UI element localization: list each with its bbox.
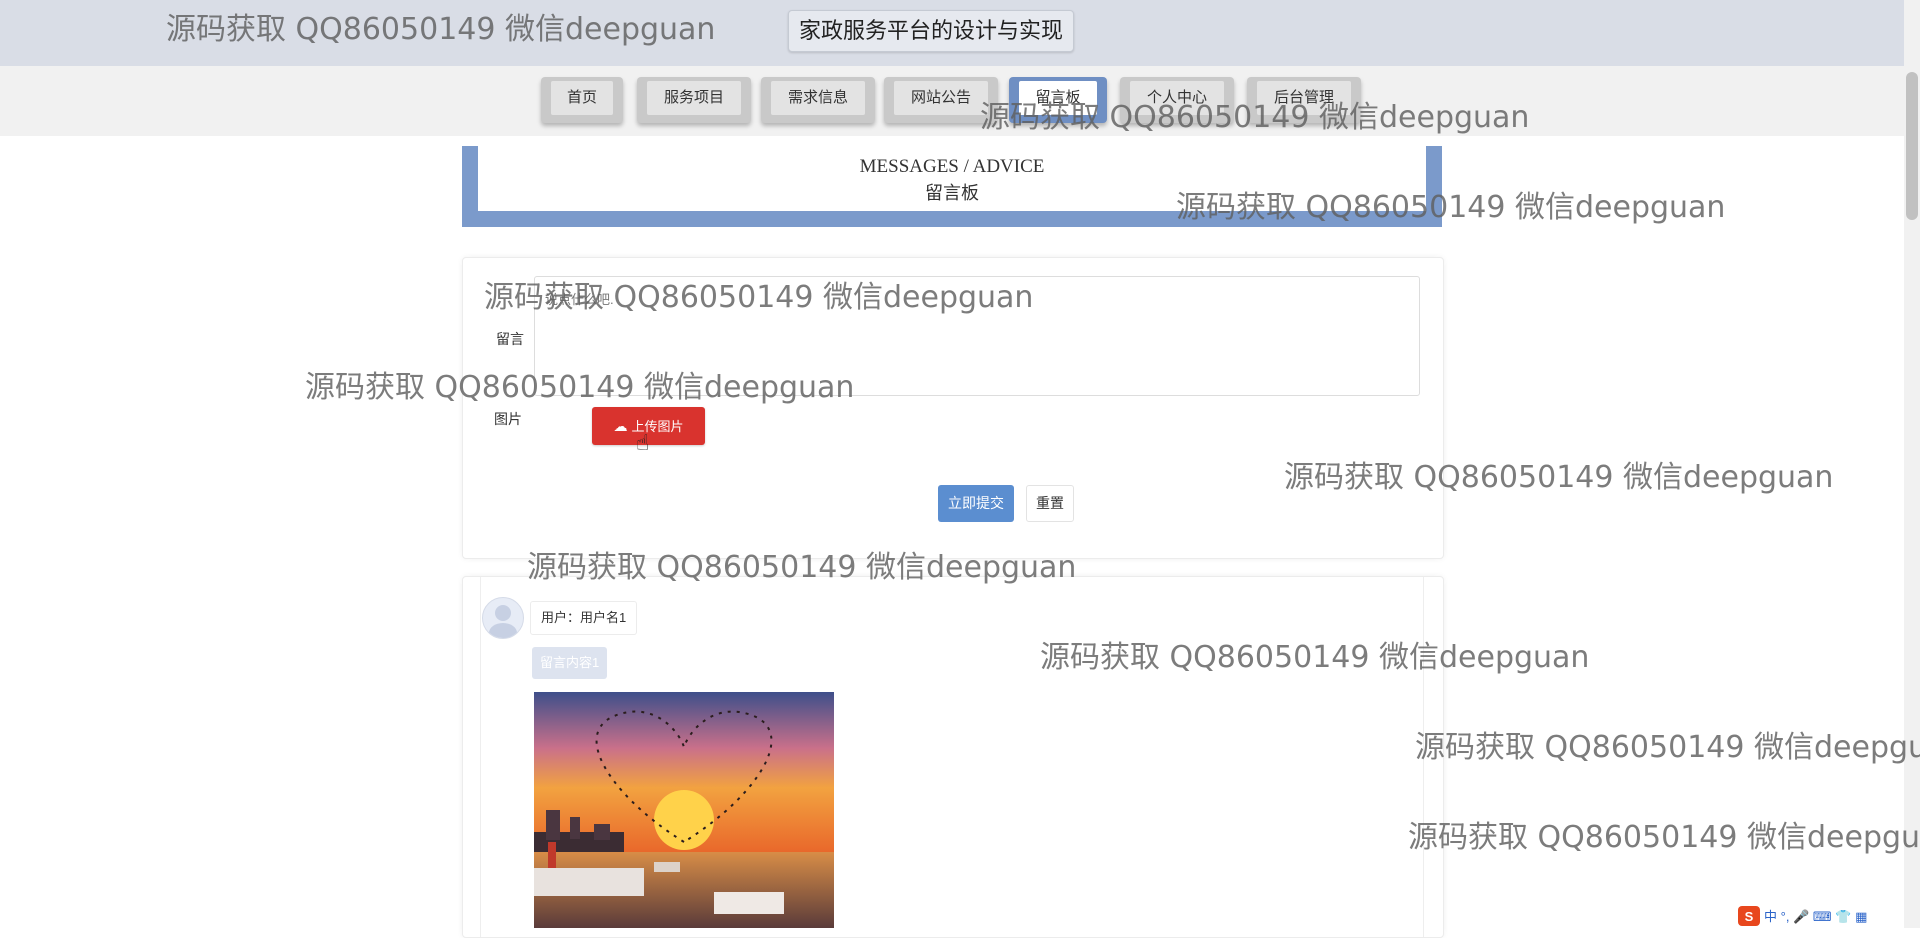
hand-cursor-icon: ☝	[636, 430, 650, 455]
nav-item-profile[interactable]: 个人中心	[1120, 77, 1234, 123]
comment-user: 用户：用户名1	[530, 601, 638, 635]
nav-item-label: 网站公告	[894, 81, 988, 115]
sogou-logo-icon: S	[1738, 906, 1760, 926]
ime-toolbar[interactable]: S中 °, 🎤 ⌨ 👕 ▦	[1738, 906, 1904, 928]
nav-item-messages[interactable]: 留言板	[1009, 77, 1107, 123]
nav-item-admin[interactable]: 后台管理	[1247, 77, 1361, 123]
avatar	[482, 597, 524, 639]
punctuation-icon: °,	[1780, 909, 1794, 924]
nav-item-services[interactable]: 服务项目	[637, 77, 751, 123]
section-heading: MESSAGES / ADVICE 留言板	[462, 146, 1442, 227]
nav-item-label: 首页	[551, 81, 613, 115]
avatar-body	[489, 623, 517, 638]
nav-item-label: 留言板	[1019, 81, 1097, 115]
site-title: 家政服务平台的设计与实现	[788, 10, 1075, 52]
ime-mode: 中	[1764, 909, 1778, 924]
section-title-cn: 留言板	[925, 183, 979, 203]
image-label: 图片	[494, 411, 522, 427]
submit-button[interactable]: 立即提交	[938, 485, 1014, 522]
section-title-en: MESSAGES / ADVICE	[859, 156, 1045, 177]
reset-button[interactable]: 重置	[1026, 485, 1074, 522]
microphone-icon: 🎤	[1793, 909, 1810, 924]
nav-item-label: 需求信息	[771, 81, 865, 115]
comment-content: 留言内容1	[532, 647, 608, 679]
nav-item-demands[interactable]: 需求信息	[761, 77, 875, 123]
nav-item-announcements[interactable]: 网站公告	[884, 77, 998, 123]
nav-item-label: 后台管理	[1257, 81, 1351, 115]
watermark-text: 源码获取 QQ86050149 微信deepguan	[1408, 820, 1920, 855]
nav-item-label: 服务项目	[647, 81, 741, 115]
nav-item-label: 个人中心	[1130, 81, 1224, 115]
grid-icon: ▦	[1855, 909, 1868, 924]
scrollbar-thumb[interactable]	[1906, 72, 1918, 220]
nav-item-home[interactable]: 首页	[541, 77, 623, 123]
section-heading-panel: MESSAGES / ADVICE 留言板	[478, 146, 1426, 211]
comment-image	[534, 692, 834, 928]
avatar-head	[495, 605, 511, 621]
message-label: 留言	[496, 331, 524, 347]
keyboard-icon: ⌨	[1812, 909, 1832, 924]
cloud-upload-icon: ☁	[613, 418, 628, 434]
message-textarea[interactable]	[534, 276, 1420, 396]
skin-icon: 👕	[1835, 909, 1852, 924]
watermark-text: 源码获取 QQ86050149 微信deepguan	[1415, 730, 1920, 765]
